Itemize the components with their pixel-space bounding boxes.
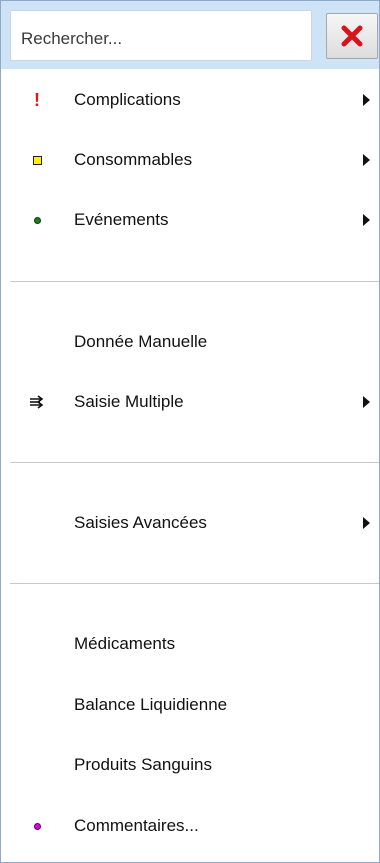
chevron-right-icon [363,154,370,166]
menu-item-balance-liquidienne[interactable]: Balance Liquidienne [1,675,379,735]
menu-item-label: Complications [74,90,181,109]
menu-item-complications[interactable]: ! Complications [1,70,379,130]
search-input[interactable] [10,10,312,61]
close-button[interactable] [326,13,378,59]
menu-item-label: Médicaments [74,634,176,653]
chevron-right-icon [363,214,370,226]
green-dot-icon [27,210,47,230]
menu-item-commentaires[interactable]: Commentaires... [1,796,379,856]
search-bar [1,1,379,69]
menu-item-donnee-manuelle[interactable]: Donnée Manuelle [1,312,379,372]
menu-item-label: Evénements [74,210,169,229]
multiple-arrows-icon [27,392,47,412]
chevron-right-icon [363,396,370,408]
menu-item-label: Commentaires... [74,816,199,835]
menu-divider [10,462,379,463]
close-icon [341,25,363,47]
magenta-dot-icon [27,816,47,836]
menu-item-label: Balance Liquidienne [74,695,228,714]
context-menu: ! Complications Consommables Evénements … [0,0,380,863]
menu-item-label: Consommables [74,150,193,169]
menu-divider [10,281,379,282]
exclamation-icon: ! [34,90,40,110]
menu-item-label: Produits Sanguins [74,755,212,774]
menu-item-consommables[interactable]: Consommables [1,130,379,190]
chevron-right-icon [363,94,370,106]
chevron-right-icon [363,517,370,529]
menu-item-saisie-multiple[interactable]: Saisie Multiple [1,372,379,432]
menu-item-evenements[interactable]: Evénements [1,190,379,250]
yellow-square-icon [27,150,47,170]
menu-item-label: Saisies Avancées [74,513,207,532]
menu-divider [10,583,379,584]
menu-item-saisies-avancees[interactable]: Saisies Avancées [1,493,379,553]
menu-item-label: Donnée Manuelle [74,332,208,351]
menu-item-medicaments[interactable]: Médicaments [1,614,379,674]
menu-item-produits-sanguins[interactable]: Produits Sanguins [1,735,379,795]
menu-item-label: Saisie Multiple [74,392,184,411]
